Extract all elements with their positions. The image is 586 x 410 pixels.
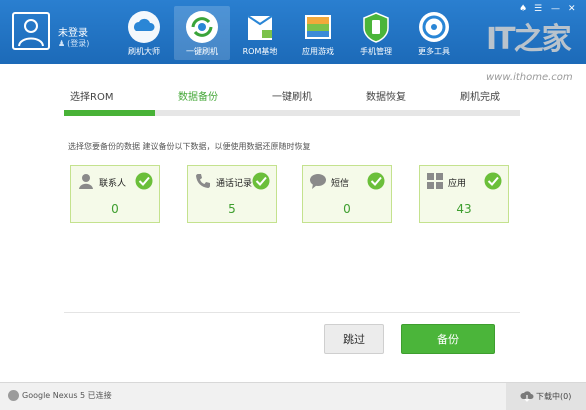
checkmark-icon[interactable] [252,172,270,190]
backup-description: 选择您要备份的数据 建议备份以下数据，以便使用数据还原随时恢复 [68,142,311,151]
checkmark-icon[interactable] [367,172,385,190]
nav-phone-manage[interactable]: 手机管理 [348,6,404,60]
step-data-restore: 数据恢复 [366,92,406,103]
watermark-logo: IT之家 [486,22,572,57]
phone-icon [196,174,210,188]
nav-label: 刷机大师 [128,47,160,56]
tools-icon [419,12,449,42]
step-progress-fill [64,110,156,116]
backup-card-apps[interactable]: 应用 43 [419,165,509,223]
watermark-url: www.ithome.com [486,72,573,83]
nav-label: 手机管理 [360,47,392,56]
grid-apps-icon [427,173,443,189]
backup-card-call-log[interactable]: 通话记录 5 [187,165,277,223]
cloud-download-icon [520,391,534,402]
device-status: Google Nexus 5 已连接 [22,391,112,400]
login-link-label: (登录) [67,39,90,48]
close-icon[interactable]: ✕ [568,4,576,14]
card-label: 短信 [331,179,350,189]
watermark: IT之家 www.ithome.com [486,14,582,83]
message-icon [310,174,326,189]
cloud-icon [128,11,160,43]
app-window: 未登录 ♟ (登录) 刷机大师 一键刷机 ROM基地 应用游戏 手机管理 更多工… [0,0,586,410]
user-icon [18,19,44,47]
nav-apps-games[interactable]: 应用游戏 [290,6,346,60]
person-icon [79,174,93,189]
refresh-flash-icon [186,11,218,43]
step-flash-complete: 刷机完成 [460,92,500,103]
shirt-icon[interactable]: ♠ [519,4,527,14]
apps-icon [305,15,331,39]
person-small-icon: ♟ [58,39,66,48]
card-count: 5 [228,202,236,216]
step-indicator: 选择ROM 数据备份 一键刷机 数据恢复 刷机完成 [64,88,520,104]
card-count: 43 [456,202,472,216]
card-count: 0 [111,202,119,216]
checkmark-icon[interactable] [484,172,502,190]
nav-rom-base[interactable]: ROM基地 [232,6,288,60]
backup-button[interactable]: 备份 [401,324,495,354]
avatar[interactable] [12,12,50,50]
step-data-backup: 数据备份 [178,92,218,103]
download-button[interactable]: 下载中(0) [506,383,586,410]
backup-card-sms[interactable]: 短信 0 [302,165,392,223]
nav-one-click-flash[interactable]: 一键刷机 [174,6,230,60]
device-connected-icon [8,390,19,401]
minimize-icon[interactable]: — [551,4,560,14]
step-select-rom: 选择ROM [70,92,114,103]
step-progress-bar [64,110,520,116]
nav-label: 更多工具 [418,47,450,56]
nav-flash-master[interactable]: 刷机大师 [116,6,172,60]
nav-label: 一键刷机 [186,47,218,56]
phone-shield-icon [363,12,389,43]
card-label: 通话记录 [216,179,253,189]
download-label: 下载中(0) [536,392,572,401]
rom-box-icon [247,15,273,40]
divider [64,312,520,313]
card-count: 0 [343,202,351,216]
menu-icon[interactable]: ☰ [534,4,542,14]
card-label: 联系人 [99,179,127,189]
card-label: 应用 [448,179,467,189]
step-one-click-flash: 一键刷机 [272,92,312,103]
backup-card-contacts[interactable]: 联系人 0 [70,165,160,223]
status-bar: Google Nexus 5 已连接 下载中(0) [0,382,586,410]
username: 未登录 [58,28,88,39]
nav-label: 应用游戏 [302,47,334,56]
login-link[interactable]: ♟ (登录) [58,38,89,49]
skip-button[interactable]: 跳过 [324,324,384,354]
nav-label: ROM基地 [242,47,278,56]
nav-more-tools[interactable]: 更多工具 [406,6,462,60]
checkmark-icon[interactable] [135,172,153,190]
